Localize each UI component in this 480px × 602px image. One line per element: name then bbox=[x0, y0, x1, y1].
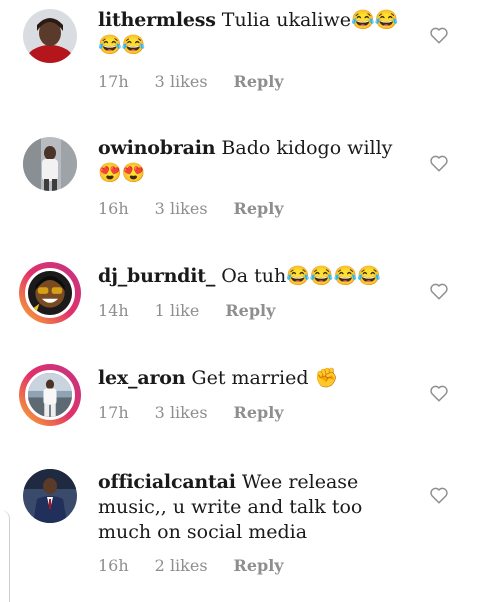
heart-outline-icon[interactable] bbox=[428, 280, 450, 302]
comment-likes[interactable]: 3 likes bbox=[155, 72, 208, 91]
comment-body: owinobrain Bado kidogo willy 😍😍 bbox=[98, 136, 418, 186]
comment-time: 17h bbox=[98, 72, 129, 91]
comment-meta: 16h 2 likes Reply bbox=[98, 556, 310, 575]
comment-text: Get married ✊ bbox=[191, 367, 339, 389]
comment-meta: 17h 3 likes Reply bbox=[98, 72, 310, 91]
avatar-cartoon-sunglasses-image bbox=[28, 271, 72, 315]
avatar-man-suit-image bbox=[23, 469, 77, 523]
comment-time: 16h bbox=[98, 199, 129, 218]
comment-body: lex_aron Get married ✊ bbox=[98, 366, 418, 391]
reply-button[interactable]: Reply bbox=[234, 72, 284, 91]
comment-username[interactable]: owinobrain bbox=[98, 137, 216, 159]
comment-meta: 16h 3 likes Reply bbox=[98, 199, 310, 218]
comment-time: 17h bbox=[98, 403, 129, 422]
avatar-woman-red-image bbox=[23, 9, 77, 63]
reply-button[interactable]: Reply bbox=[234, 556, 284, 575]
avatar-story-ring[interactable] bbox=[19, 364, 81, 426]
heart-outline-icon[interactable] bbox=[428, 484, 450, 506]
comment-body: officialcantai Wee release music,, u wri… bbox=[98, 470, 418, 545]
comment-likes[interactable]: 3 likes bbox=[155, 199, 208, 218]
comment-username[interactable]: lithermless bbox=[98, 9, 216, 31]
avatar-story-ring[interactable] bbox=[19, 262, 81, 324]
comment-username[interactable]: lex_aron bbox=[98, 367, 186, 389]
heart-outline-icon[interactable] bbox=[428, 152, 450, 174]
comment-body: lithermless Tulia ukaliwe😂😂😂😂 bbox=[98, 8, 418, 58]
comment-meta: 17h 3 likes Reply bbox=[98, 403, 310, 422]
comment-body: dj_burndit_ Oa tuh😂😂😂😂 bbox=[98, 264, 418, 289]
reply-button[interactable]: Reply bbox=[225, 301, 275, 320]
avatar[interactable] bbox=[22, 8, 78, 64]
reply-button[interactable]: Reply bbox=[234, 199, 284, 218]
comment-username[interactable]: dj_burndit_ bbox=[98, 265, 215, 287]
heart-outline-icon[interactable] bbox=[428, 382, 450, 404]
comment-time: 14h bbox=[98, 301, 129, 320]
comment-likes[interactable]: 2 likes bbox=[155, 556, 208, 575]
comment-meta: 14h 1 like Reply bbox=[98, 301, 301, 320]
comment-likes[interactable]: 1 like bbox=[155, 301, 200, 320]
avatar-man-white-outfit-image bbox=[28, 373, 72, 417]
comment-time: 16h bbox=[98, 556, 129, 575]
reply-button[interactable]: Reply bbox=[234, 403, 284, 422]
avatar[interactable] bbox=[22, 468, 78, 524]
avatar[interactable] bbox=[22, 136, 78, 192]
side-panel-edge bbox=[0, 510, 10, 602]
comment-username[interactable]: officialcantai bbox=[98, 471, 236, 493]
heart-outline-icon[interactable] bbox=[428, 24, 450, 46]
avatar-man-street-image bbox=[23, 137, 77, 191]
comment-likes[interactable]: 3 likes bbox=[155, 403, 208, 422]
comment-text: Oa tuh😂😂😂😂 bbox=[221, 265, 381, 287]
